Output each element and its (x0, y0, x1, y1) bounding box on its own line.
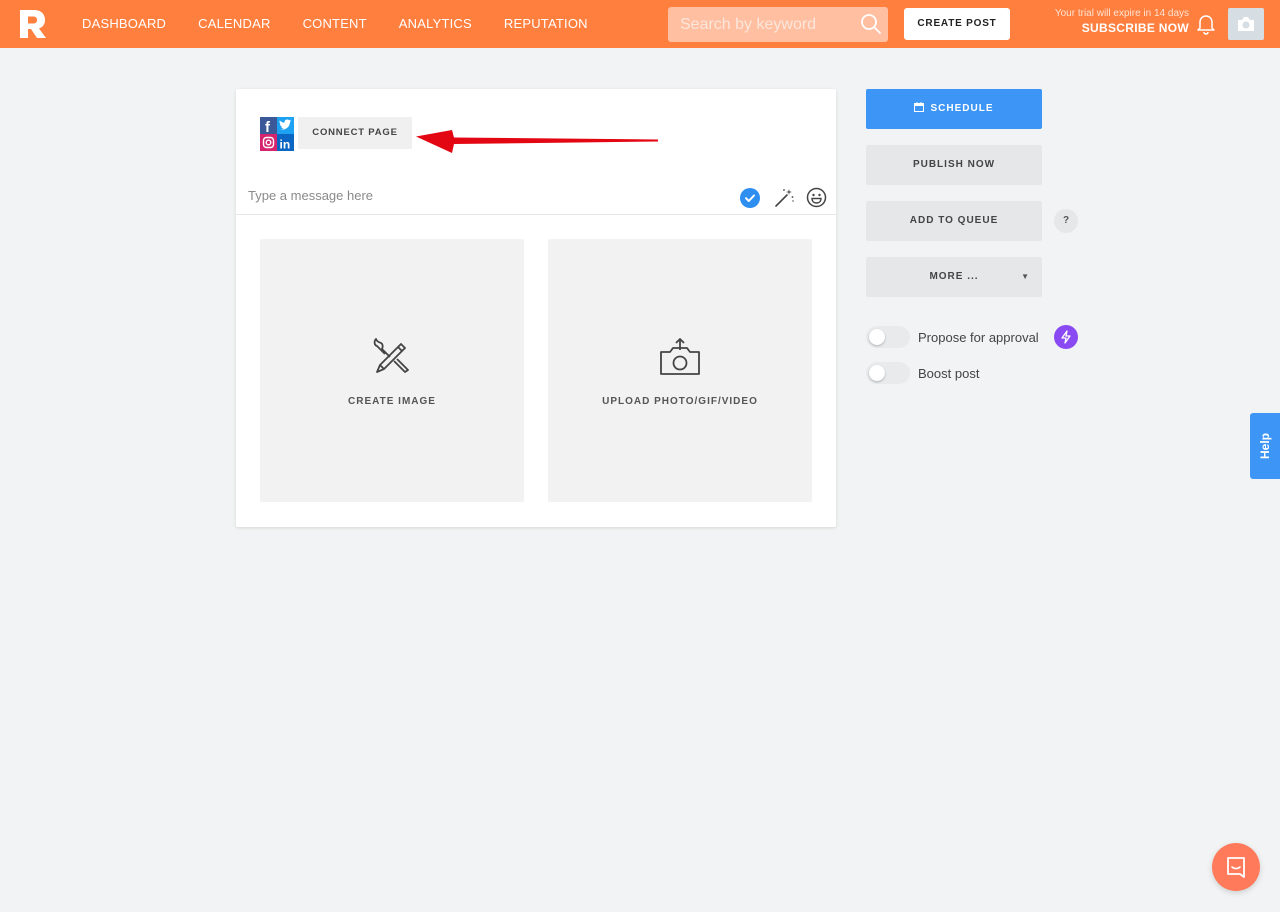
help-tab[interactable]: Help (1250, 413, 1280, 479)
chat-icon (1227, 857, 1245, 878)
camera-icon (1238, 17, 1254, 31)
propose-approval-label: Propose for approval (918, 330, 1039, 345)
chevron-down-icon: ▼ (1021, 272, 1030, 281)
add-to-queue-button[interactable]: ADD TO QUEUE (866, 201, 1042, 241)
search-icon[interactable] (860, 13, 882, 35)
nav-item-content[interactable]: CONTENT (287, 0, 383, 48)
brush-pencil-icon (373, 338, 409, 373)
bell-icon[interactable] (1196, 13, 1216, 35)
queue-help-button[interactable]: ? (1054, 209, 1078, 233)
help-tab-label: Help (1258, 432, 1272, 460)
reputation-logo-icon[interactable] (18, 8, 48, 40)
lightning-icon[interactable] (1054, 325, 1078, 349)
top-bar: DASHBOARD CALENDAR CONTENT ANALYTICS REP… (0, 0, 1280, 48)
main-nav: DASHBOARD CALENDAR CONTENT ANALYTICS REP… (66, 0, 604, 48)
schedule-label: SCHEDULE (930, 103, 994, 114)
more-label: MORE ... (929, 271, 979, 282)
publish-now-button[interactable]: PUBLISH NOW (866, 145, 1042, 185)
nav-item-calendar[interactable]: CALENDAR (182, 0, 286, 48)
schedule-button[interactable]: SCHEDULE (866, 89, 1042, 129)
create-image-tile[interactable]: CREATE IMAGE (260, 239, 524, 502)
annotation-arrow-icon (416, 130, 658, 153)
magic-wand-icon[interactable] (773, 187, 795, 209)
propose-approval-toggle[interactable] (866, 326, 910, 348)
boost-post-label: Boost post (918, 366, 980, 381)
camera-upload-icon (660, 338, 700, 375)
chat-launcher-button[interactable] (1212, 843, 1260, 891)
composer-divider (236, 214, 836, 215)
more-dropdown[interactable]: MORE ... ▼ (866, 257, 1042, 297)
social-networks-icon[interactable]: f in (260, 117, 294, 152)
create-image-label: CREATE IMAGE (348, 396, 436, 407)
connect-page-button[interactable]: CONNECT PAGE (298, 117, 412, 149)
avatar[interactable] (1228, 8, 1264, 40)
check-icon[interactable] (740, 188, 760, 208)
trial-notice: Your trial will expire in 14 days SUBSCR… (1055, 8, 1189, 36)
nav-item-analytics[interactable]: ANALYTICS (383, 0, 488, 48)
message-input[interactable] (248, 184, 728, 206)
search-input[interactable] (668, 7, 856, 42)
trial-expiry-text: Your trial will expire in 14 days (1054, 8, 1189, 19)
search-box (668, 7, 888, 42)
upload-media-tile[interactable]: UPLOAD PHOTO/GIF/VIDEO (548, 239, 812, 502)
upload-media-label: UPLOAD PHOTO/GIF/VIDEO (602, 396, 758, 407)
instagram-icon (260, 134, 277, 151)
subscribe-now-link[interactable]: SUBSCRIBE NOW (1055, 20, 1189, 36)
calendar-icon (914, 102, 925, 112)
nav-item-dashboard[interactable]: DASHBOARD (66, 0, 182, 48)
boost-post-toggle[interactable] (866, 362, 910, 384)
svg-text:in: in (280, 138, 291, 152)
create-post-button[interactable]: CREATE POST (904, 8, 1010, 40)
emoji-icon[interactable] (806, 187, 827, 208)
nav-item-reputation[interactable]: REPUTATION (488, 0, 604, 48)
